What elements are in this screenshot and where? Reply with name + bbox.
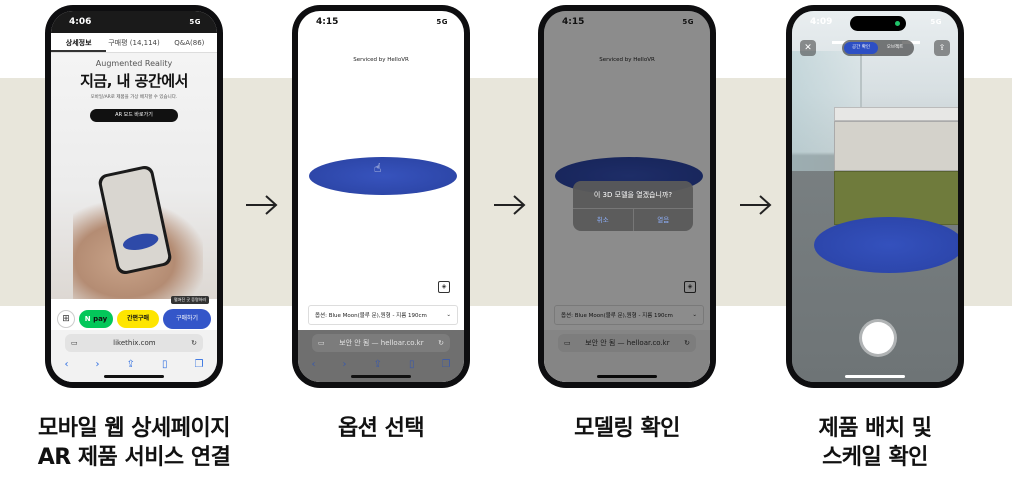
url-text: likethix.com (113, 339, 156, 347)
tab-reviews[interactable]: 구매평 (14,114) (106, 33, 161, 52)
phone-screen: 4:09 5G ✕ 공간 확인 오브젝트 ⇪ (792, 11, 958, 382)
safari-toolbar: ‹ › ⇪ ▯ ❐ (51, 356, 217, 372)
buy-button[interactable]: 구매하기 (163, 309, 211, 329)
arrow-icon (244, 193, 280, 217)
hero-subtitle: 모바일/AR로 제품을 가상 배치할 수 있습니다. (90, 95, 178, 100)
caption-step-2: 옵션 선택 (337, 416, 425, 441)
kakao-buy-button[interactable]: 간편구매 (117, 310, 159, 328)
hero-title: 지금, 내 공간에서 (80, 72, 188, 90)
share-icon[interactable]: ⇪ (127, 359, 135, 370)
serviced-by-label: Serviced by HelloVR (353, 57, 409, 63)
home-indicator (351, 375, 411, 378)
bookmarks-icon[interactable]: ▯ (162, 359, 168, 370)
dialog-message: 이 3D 모델을 열겠습니까? (573, 181, 693, 209)
tab-details[interactable]: 상세정보 (51, 33, 107, 52)
phone-ar-placement: 4:09 5G ✕ 공간 확인 오브젝트 ⇪ (786, 5, 964, 388)
product-tabs: 상세정보 구매평 (14,114) Q&A(86) (51, 33, 217, 53)
tab-space[interactable]: 공간 확인 (844, 42, 878, 54)
address-bar[interactable]: ▭ 보안 안 됨 — helloar.co.kr ↻ (312, 334, 450, 352)
status-time: 4:15 (562, 17, 585, 27)
reload-icon[interactable]: ↻ (438, 339, 444, 347)
ar-mode-toggle: 공간 확인 오브젝트 (842, 40, 914, 56)
open-button[interactable]: 열음 (634, 209, 694, 231)
rug-model[interactable] (309, 157, 457, 195)
phone-screen: 4:15 5G Serviced by HelloVR ◈ 옵션: Blue M… (544, 11, 710, 382)
pointer-hand-icon: ☝ (374, 161, 382, 175)
ar-top-controls: ✕ 공간 확인 오브젝트 ⇪ (792, 37, 958, 57)
dynamic-island (850, 16, 906, 31)
tab-qna[interactable]: Q&A(86) (162, 33, 217, 52)
status-signal: 5G (436, 18, 448, 26)
caption-step-4: 제품 배치 및 스케일 확인 (818, 416, 932, 470)
office-cubicle (834, 107, 958, 225)
image-tag: 펼쳐진 곳 증명하러 (171, 296, 209, 304)
tabs-overview-icon[interactable]: ❐ (441, 359, 450, 370)
caption-step-3: 모델링 확인 (574, 416, 680, 441)
arrow-icon (738, 193, 774, 217)
phone-screen: 4:06 5G 상세정보 구매평 (14,114) Q&A(86) Augmen… (51, 11, 217, 382)
reload-icon[interactable]: ↻ (191, 339, 197, 347)
tabs-icon[interactable]: ▭ (318, 339, 325, 347)
back-icon[interactable]: ‹ (312, 359, 316, 370)
status-signal: 5G (682, 18, 694, 26)
shutter-button[interactable] (862, 322, 894, 354)
safari-bar: ▭ likethix.com ↻ ‹ › ⇪ ▯ ❐ (51, 330, 217, 382)
url-text: 보안 안 됨 — helloar.co.kr (339, 339, 424, 347)
option-select[interactable]: 옵션: Blue Moon(블루 문),원형 - 지름 190cm ⌄ (308, 305, 458, 325)
open-model-dialog: 이 3D 모델을 열겠습니까? 취소 열음 (573, 181, 693, 231)
cancel-button[interactable]: 취소 (573, 209, 634, 231)
tabs-overview-icon[interactable]: ❐ (194, 359, 203, 370)
option-value: 옵션: Blue Moon(블루 문),원형 - 지름 190cm (315, 313, 427, 319)
safari-bar: ▭ 보안 안 됨 — helloar.co.kr ↻ ‹ › ⇪ ▯ ❐ (298, 330, 464, 382)
status-bar: 4:06 5G (51, 11, 217, 33)
arrow-icon (492, 193, 528, 217)
ar-mode-button[interactable]: AR 모드 바로가기 (90, 109, 178, 122)
chevron-down-icon: ⌄ (446, 312, 451, 318)
back-icon[interactable]: ‹ (65, 359, 69, 370)
forward-icon[interactable]: › (96, 359, 100, 370)
home-indicator (845, 375, 905, 378)
gift-icon[interactable]: ⊞ (57, 310, 75, 328)
rug-ar-placed[interactable] (814, 217, 958, 273)
phone-option-select: 4:15 5G Serviced by HelloVR ☝ ◈ 옵션: Blue… (292, 5, 470, 388)
share-icon[interactable]: ⇪ (374, 359, 382, 370)
status-signal: 5G (930, 18, 942, 26)
status-time: 4:06 (69, 17, 92, 27)
tabs-icon[interactable]: ▭ (71, 339, 78, 347)
home-indicator (104, 375, 164, 378)
rug-preview (121, 230, 160, 253)
purchase-bar: ⊞ N pay 간편구매 구매하기 (51, 305, 217, 333)
status-time: 4:15 (316, 17, 339, 27)
caption-step-1: 모바일 웹 상세페이지 AR 제품 서비스 연결 (37, 416, 231, 470)
tab-object[interactable]: 오브젝트 (878, 42, 912, 54)
bookmarks-icon[interactable]: ▯ (409, 359, 415, 370)
phone-model-confirm: 4:15 5G Serviced by HelloVR ◈ 옵션: Blue M… (538, 5, 716, 388)
status-bar: 4:15 5G (544, 11, 710, 33)
safari-toolbar: ‹ › ⇪ ▯ ❐ (298, 356, 464, 372)
npay-button[interactable]: N pay (79, 310, 113, 328)
ar-view-icon[interactable]: ◈ (438, 281, 450, 293)
status-time: 4:09 (810, 17, 833, 27)
status-bar: 4:15 5G (298, 11, 464, 33)
close-icon[interactable]: ✕ (800, 40, 816, 56)
address-bar[interactable]: ▭ likethix.com ↻ (65, 334, 203, 352)
share-icon[interactable]: ⇪ (934, 40, 950, 56)
phone-mobile-web: 4:06 5G 상세정보 구매평 (14,114) Q&A(86) Augmen… (45, 5, 223, 388)
hero-label: Augmented Reality (95, 59, 173, 68)
forward-icon[interactable]: › (343, 359, 347, 370)
phone-screen: 4:15 5G Serviced by HelloVR ☝ ◈ 옵션: Blue… (298, 11, 464, 382)
hero-section: Augmented Reality 지금, 내 공간에서 모바일/AR로 제품을… (51, 53, 217, 299)
status-signal: 5G (189, 18, 201, 26)
